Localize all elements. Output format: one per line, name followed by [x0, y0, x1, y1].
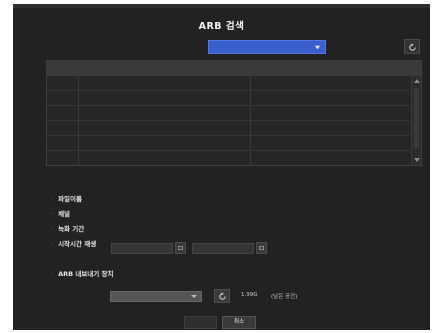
channel-label: · 채널 [51, 210, 71, 218]
title-bar [13, 4, 430, 8]
refresh-button[interactable] [404, 39, 420, 54]
table-header [47, 61, 421, 76]
device-refresh-button[interactable] [214, 289, 230, 303]
table-row[interactable] [47, 90, 410, 91]
start-time-field[interactable] [192, 243, 254, 254]
table-row[interactable] [47, 120, 410, 121]
remaining-space-label: (남은 공간) [271, 294, 298, 300]
start-date-field[interactable] [111, 243, 173, 254]
scroll-down-icon[interactable] [414, 158, 420, 162]
file-name-label: · 파일이름 [51, 195, 82, 203]
column-header [79, 61, 250, 76]
dialog-title: ARB 검색 [198, 21, 245, 32]
scroll-thumb[interactable] [414, 88, 419, 148]
column-header [47, 61, 78, 76]
archive-select[interactable] [208, 40, 326, 54]
export-device-label: · ARB 내보내기 장치 [51, 270, 114, 278]
chevron-down-icon [314, 45, 321, 50]
arb-search-dialog: ARB 검색 · 파일이름 · 채널 · 녹화 기간 · 시작시간 재생 · A… [13, 4, 430, 330]
export-button[interactable] [319, 290, 352, 302]
start-date-picker-button[interactable] [175, 242, 186, 254]
table-row[interactable] [47, 105, 410, 106]
table-row[interactable] [47, 135, 410, 136]
calendar-icon [178, 246, 183, 250]
table-scrollbar[interactable] [411, 76, 421, 165]
record-period-label: · 녹화 기간 [51, 225, 85, 233]
refresh-icon [409, 43, 416, 51]
export-device-select[interactable] [110, 291, 202, 302]
scroll-up-icon[interactable] [414, 79, 420, 83]
device-capacity: 1.99G [241, 292, 258, 298]
column-header [251, 61, 411, 76]
clock-icon [259, 246, 264, 250]
archive-table[interactable] [46, 60, 422, 166]
cancel-button[interactable]: 취소 [222, 316, 256, 329]
refresh-icon [219, 292, 226, 300]
start-time-picker-button[interactable] [256, 242, 267, 254]
table-row[interactable] [47, 150, 410, 151]
delete-button[interactable] [184, 316, 217, 329]
start-time-label: · 시작시간 재생 [51, 240, 97, 248]
chevron-down-icon [191, 295, 197, 298]
